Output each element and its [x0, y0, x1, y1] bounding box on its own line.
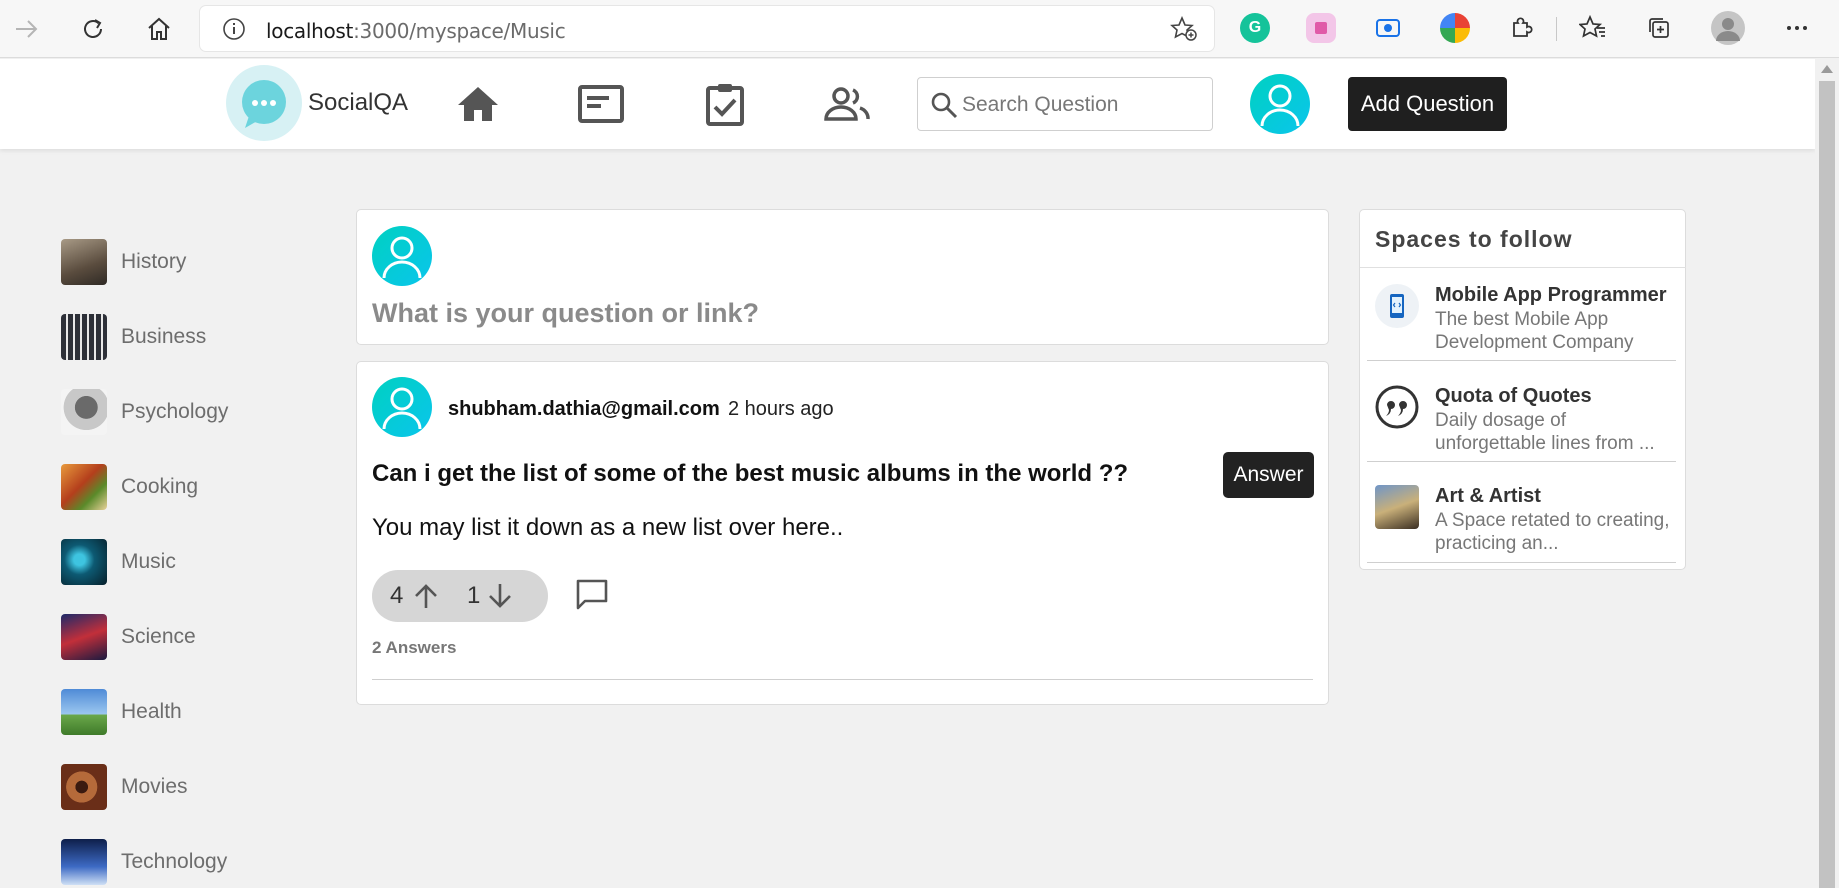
url-text: localhost:3000/myspace/Music — [266, 19, 566, 43]
question-title[interactable]: Can i get the list of some of the best m… — [372, 460, 1128, 488]
search-icon — [930, 91, 958, 124]
ask-question-prompt[interactable]: What is your question or link? — [372, 298, 759, 329]
nav-feed-icon[interactable] — [576, 79, 626, 129]
toolbar-divider — [1556, 17, 1557, 41]
sidebar-item-psychology[interactable]: Psychology — [61, 374, 311, 449]
answers-count[interactable]: 2 Answers — [372, 638, 456, 658]
movies-thumbnail — [61, 763, 107, 810]
space-divider — [1367, 360, 1676, 361]
space-item-mobile-app-programmer[interactable]: Mobile App Programmer The best Mobile Ap… — [1375, 284, 1681, 364]
post-author[interactable]: shubham.dathia@gmail.com — [448, 398, 720, 421]
nav-home-icon[interactable] — [453, 79, 503, 129]
collections-icon[interactable] — [1644, 13, 1674, 43]
art-artist-space-icon — [1375, 485, 1419, 529]
logo-icon[interactable] — [226, 65, 302, 141]
nav-people-icon[interactable] — [822, 79, 872, 129]
psychology-thumbnail — [61, 388, 107, 435]
music-thumbnail — [61, 538, 107, 585]
page-scrollbar[interactable] — [1815, 59, 1839, 888]
mobile-app-space-icon — [1375, 284, 1419, 328]
technology-thumbnail — [61, 838, 107, 885]
sidebar-item-label: Business — [121, 324, 207, 348]
grammarly-extension-icon[interactable]: G — [1240, 13, 1270, 43]
sidebar-item-label: Technology — [121, 849, 228, 873]
scroll-thumb[interactable] — [1819, 81, 1835, 888]
cooking-thumbnail — [61, 463, 107, 510]
space-divider — [1367, 461, 1676, 462]
app-header: SocialQA Add Question — [0, 59, 1815, 149]
sidebar-item-label: Psychology — [121, 399, 229, 423]
screen-record-icon[interactable] — [1373, 13, 1403, 43]
space-item-art-and-artist[interactable]: Art & Artist A Space retated to creating… — [1375, 485, 1681, 565]
add-question-button[interactable]: Add Question — [1348, 77, 1507, 131]
space-name: Mobile App Programmer — [1435, 284, 1667, 306]
sidebar-item-label: Movies — [121, 774, 188, 798]
extension-icon[interactable] — [1306, 13, 1336, 43]
user-avatar[interactable] — [1250, 74, 1310, 134]
color-extension-icon[interactable] — [1440, 13, 1470, 43]
vote-controls: 4 1 — [372, 570, 548, 622]
refresh-icon[interactable] — [74, 10, 112, 48]
quote-marks-icon — [1375, 385, 1419, 429]
sidebar-item-label: Science — [121, 624, 196, 648]
asker-avatar — [372, 226, 432, 286]
address-bar[interactable]: localhost:3000/myspace/Music — [200, 6, 1214, 51]
sidebar-item-cooking[interactable]: Cooking — [61, 449, 311, 524]
add-favorite-icon[interactable] — [1170, 15, 1198, 47]
spaces-to-follow-card: Spaces to follow Mobile App Programmer T… — [1359, 209, 1686, 570]
sidebar-item-business[interactable]: Business — [61, 299, 311, 374]
sidebar-item-technology[interactable]: Technology — [61, 824, 311, 888]
url-path: :3000/myspace/Music — [353, 19, 566, 43]
post-timestamp: 2 hours ago — [728, 398, 834, 420]
question-post-card: shubham.dathia@gmail.com 2 hours ago Can… — [356, 361, 1329, 705]
science-thumbnail — [61, 613, 107, 660]
site-info-icon[interactable] — [222, 17, 246, 46]
ask-question-card[interactable]: What is your question or link? — [356, 209, 1329, 345]
sidebar-item-label: Health — [121, 699, 182, 723]
spaces-title: Spaces to follow — [1375, 226, 1573, 252]
downvote-count: 1 — [467, 582, 481, 609]
comment-icon[interactable] — [575, 578, 609, 615]
space-name: Art & Artist — [1435, 485, 1541, 507]
business-thumbnail — [61, 313, 107, 360]
sidebar-item-label: Music — [121, 549, 176, 573]
sidebar-item-movies[interactable]: Movies — [61, 749, 311, 824]
search-box[interactable] — [917, 77, 1213, 131]
logo-text[interactable]: SocialQA — [308, 89, 408, 117]
profile-avatar-icon[interactable] — [1711, 11, 1745, 45]
sidebar-item-health[interactable]: Health — [61, 674, 311, 749]
space-item-quota-of-quotes[interactable]: Quota of Quotes Daily dosage of unforget… — [1375, 385, 1681, 465]
sidebar-item-label: Cooking — [121, 474, 199, 498]
upvote-arrow-icon[interactable] — [412, 582, 440, 615]
sidebar-item-music[interactable]: Music — [61, 524, 311, 599]
sidebar-item-label: History — [121, 249, 187, 273]
post-divider — [372, 679, 1313, 680]
answer-button[interactable]: Answer — [1223, 452, 1314, 498]
home-icon[interactable] — [140, 10, 178, 48]
space-name: Quota of Quotes — [1435, 385, 1592, 407]
space-description: The best Mobile App Development Company — [1435, 309, 1634, 353]
url-host: localhost — [266, 19, 354, 43]
space-description: A Space retated to creating, practicing … — [1435, 510, 1670, 554]
health-thumbnail — [61, 688, 107, 735]
favorites-icon[interactable] — [1578, 13, 1608, 43]
nav-assignment-icon[interactable] — [700, 79, 750, 129]
scroll-up-icon[interactable] — [1821, 65, 1833, 73]
downvote-arrow-icon[interactable] — [486, 582, 514, 615]
author-avatar[interactable] — [372, 377, 432, 437]
space-divider — [1367, 562, 1676, 563]
space-description: Daily dosage of unforgettable lines from… — [1435, 410, 1655, 454]
category-sidebar: History Business Psychology Cooking Musi… — [61, 224, 311, 888]
search-input[interactable] — [962, 90, 1202, 120]
upvote-count: 4 — [390, 582, 404, 609]
extensions-puzzle-icon[interactable] — [1506, 13, 1536, 43]
more-menu-icon[interactable] — [1782, 13, 1812, 43]
sidebar-item-history[interactable]: History — [61, 224, 311, 299]
question-body: You may list it down as a new list over … — [372, 514, 844, 541]
spaces-divider — [1360, 267, 1686, 268]
history-thumbnail — [61, 238, 107, 285]
forward-icon[interactable] — [8, 10, 46, 48]
sidebar-item-science[interactable]: Science — [61, 599, 311, 674]
browser-toolbar: localhost:3000/myspace/Music G — [0, 0, 1839, 58]
